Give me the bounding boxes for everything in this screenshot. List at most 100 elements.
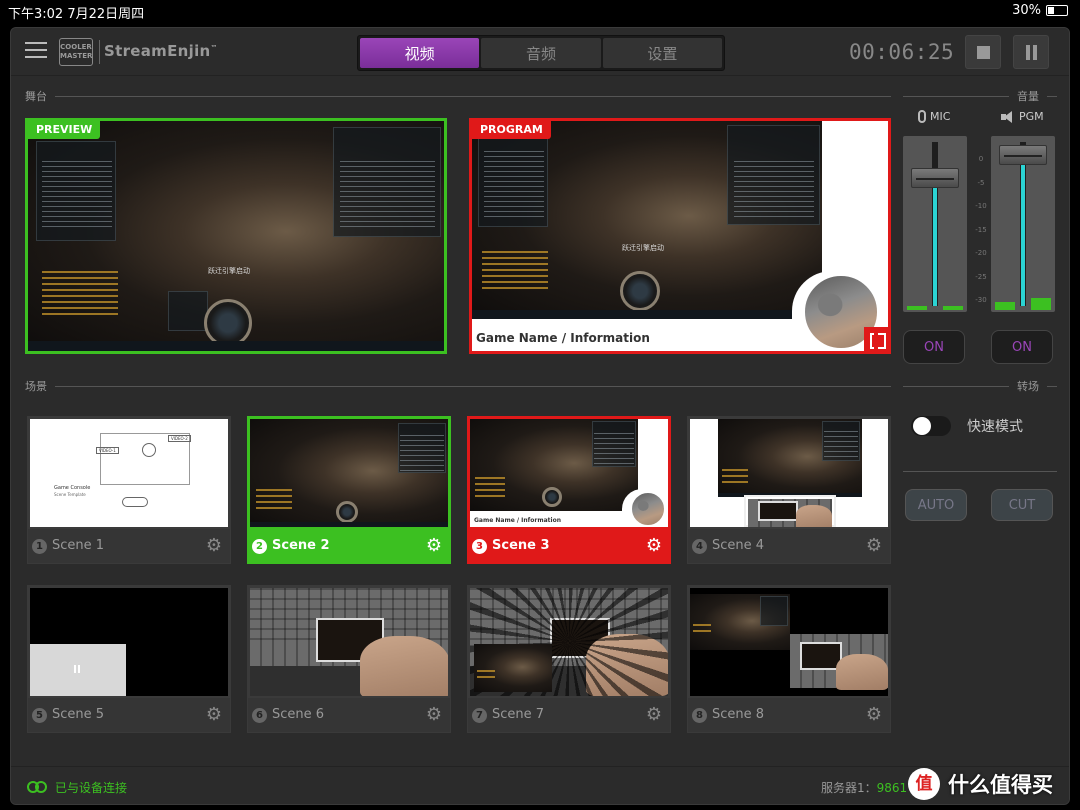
volume-section-header: 音量 [903,88,1057,104]
mic-on-button[interactable]: ON [903,330,965,364]
top-bar: COOLER MASTER StreamEnjin™ 视频 音频 设置 00:06… [11,28,1069,76]
game-notice-text: 跃迁引擎启动 [622,244,664,252]
scene-thumbnail [250,588,448,696]
pgm-fader-knob[interactable] [999,145,1047,165]
quick-mode-label: 快速模式 [967,419,1023,435]
quick-mode-toggle[interactable] [911,416,951,436]
pgm-on-button[interactable]: ON [991,330,1053,364]
watermark-badge: 值 [908,768,940,800]
cut-transition-button[interactable]: CUT [991,489,1053,521]
tab-video[interactable]: 视频 [360,38,480,68]
scene-card-6[interactable]: 6 Scene 6 ⚙ [247,585,451,733]
gear-icon[interactable]: ⚙ [204,536,224,556]
scene-number: 8 [692,708,707,723]
scene-name: Scene 1 [52,538,105,553]
pgm-fader[interactable] [991,136,1055,312]
scene-card-2[interactable]: 2 Scene 2 ⚙ [247,416,451,564]
scenes-section-header: 场景 [25,378,891,394]
program-overlay-text: Game Name / Information [476,331,650,345]
scene-number: 3 [472,539,487,554]
brand-divider [99,40,100,64]
transition-divider [903,471,1057,472]
brand-name: StreamEnjin™ [104,42,218,60]
scene-number: 5 [32,708,47,723]
gear-icon[interactable]: ⚙ [864,705,884,725]
transition-title: 转场 [1017,380,1039,393]
scene-bar: 7 Scene 7 ⚙ [468,698,670,732]
fader-scale: 0 -5 -10 -15 -20 -25 -30 [975,155,987,304]
scene-bar: 2 Scene 2 ⚙ [248,529,450,563]
scene-name: Scene 4 [712,538,765,553]
scene-name: Scene 2 [272,538,330,553]
scene-number: 4 [692,539,707,554]
mic-fader-knob[interactable] [911,168,959,188]
scene-thumbnail [690,419,888,527]
hamburger-menu-icon[interactable] [25,42,47,60]
scene-card-1[interactable]: VIDEO-1 VIDEO-2 Game Console Scene Templ… [27,416,231,564]
tab-settings[interactable]: 设置 [602,38,722,68]
scene-card-3[interactable]: Game Name / Information 3 Scene 3 ⚙ [467,416,671,564]
mic-fader[interactable] [903,136,967,312]
preview-monitor[interactable]: PREVIEW 跃迁引擎启动 [25,118,447,354]
pause-button[interactable] [1013,35,1049,69]
scene-number: 1 [32,539,47,554]
watermark-text: 什么值得买 [948,773,1053,797]
transition-section-header: 转场 [903,378,1057,394]
fullscreen-icon[interactable] [864,327,888,351]
game-capture: 跃迁引擎启动 [28,121,444,351]
pgm-label: PGM [1001,110,1044,123]
scene-number: 7 [472,708,487,723]
status-battery: 30% [1012,3,1068,18]
gear-icon[interactable]: ⚙ [864,536,884,556]
scene-thumbnail [690,588,888,696]
scene-bar: 6 Scene 6 ⚙ [248,698,450,732]
gear-icon[interactable]: ⚙ [204,705,224,725]
gear-icon[interactable]: ⚙ [644,705,664,725]
stop-button[interactable] [965,35,1001,69]
pgm-level-meter [1021,155,1025,306]
stream-timer: 00:06:25 [849,40,955,64]
volume-title: 音量 [1017,90,1039,103]
mic-level-meter [933,172,937,306]
app-window: COOLER MASTER StreamEnjin™ 视频 音频 设置 00:06… [10,27,1070,805]
scene-bar: 5 Scene 5 ⚙ [28,698,230,732]
scene-card-7[interactable]: 7 Scene 7 ⚙ [467,585,671,733]
scene-card-8[interactable]: 8 Scene 8 ⚙ [687,585,891,733]
scene-number: 6 [252,708,267,723]
scene-card-5[interactable]: 5 Scene 5 ⚙ [27,585,231,733]
scene-thumbnail [30,588,228,696]
scene-bar: 1 Scene 1 ⚙ [28,529,230,563]
scenes-title: 场景 [25,380,47,393]
tab-audio[interactable]: 音频 [481,38,601,68]
program-monitor[interactable]: PROGRAM 跃迁引擎启动 Game Name / Information [469,118,891,354]
speaker-icon [1001,110,1015,123]
mic-label: MIC [918,110,950,123]
status-time: 下午3:02 7月22日周四 [8,7,145,22]
auto-transition-button[interactable]: AUTO [905,489,967,521]
scene-name: Scene 8 [712,707,765,722]
program-label: PROGRAM [472,121,551,139]
server-info: 服务器1：9861 [821,781,908,795]
scene-name: Scene 5 [52,707,105,722]
scene-bar: 3 Scene 3 ⚙ [468,529,670,563]
stage-title: 舞台 [25,90,47,103]
scene-name: Scene 3 [492,538,550,553]
battery-percent: 30% [1012,3,1041,18]
cooler-master-logo: COOLER MASTER [59,38,93,66]
main-tabs: 视频 音频 设置 [357,35,725,71]
scene-thumbnail: VIDEO-1 VIDEO-2 Game Console Scene Templ… [30,419,228,527]
gear-icon[interactable]: ⚙ [644,536,664,556]
gear-icon[interactable]: ⚙ [424,536,444,556]
status-bar: 下午3:02 7月22日周四 30% [0,0,1080,22]
server-value: 9861 [876,781,908,795]
scene-bar: 4 Scene 4 ⚙ [688,529,890,563]
link-icon [27,781,47,793]
connection-status: 已与设备连接 [55,781,128,795]
scene-thumbnail: Game Name / Information [470,419,668,527]
microphone-icon [918,110,926,123]
gear-icon[interactable]: ⚙ [424,705,444,725]
watermark: 值 什么值得买 [908,764,1053,804]
scene-bar: 8 Scene 8 ⚙ [688,698,890,732]
scene-card-4[interactable]: 4 Scene 4 ⚙ [687,416,891,564]
scene-number: 2 [252,539,267,554]
